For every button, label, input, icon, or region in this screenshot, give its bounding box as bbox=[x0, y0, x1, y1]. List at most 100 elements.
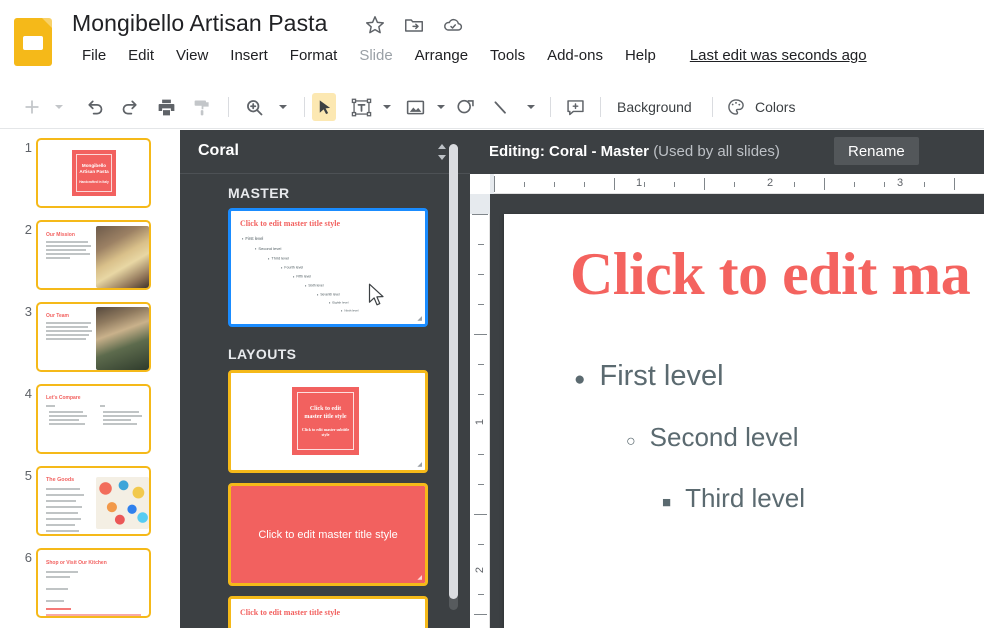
zoom-dropdown[interactable] bbox=[274, 93, 292, 121]
slide-thumbnail[interactable]: Our Team bbox=[36, 302, 151, 372]
title-bar: Mongibello Artisan Pasta FileEditViewIns… bbox=[0, 0, 984, 85]
slide-number: 5 bbox=[14, 468, 32, 483]
master-thumb-bullet-8: Eighth level bbox=[329, 300, 348, 305]
bullet-glyph-hollow-circle: ○ bbox=[626, 433, 636, 451]
thumb-title: Let's Compare bbox=[46, 395, 81, 401]
select-tool-button[interactable] bbox=[312, 93, 336, 121]
menu-format[interactable]: Format bbox=[280, 45, 348, 66]
menu-arrange[interactable]: Arrange bbox=[405, 45, 478, 66]
print-button[interactable] bbox=[152, 93, 180, 121]
line-dropdown[interactable] bbox=[522, 93, 540, 121]
bullet-label: Second level bbox=[650, 422, 799, 453]
bullet-glyph-filled-circle: ● bbox=[574, 369, 585, 391]
insert-image-dropdown[interactable] bbox=[432, 93, 450, 121]
star-icon[interactable] bbox=[364, 14, 386, 36]
shape-button[interactable] bbox=[452, 93, 478, 121]
thumb-title: Mongibello Artisan Pasta bbox=[77, 163, 111, 175]
zoom-button[interactable] bbox=[240, 93, 268, 121]
palette-icon[interactable] bbox=[724, 93, 748, 121]
menu-insert[interactable]: Insert bbox=[220, 45, 278, 66]
menu-file[interactable]: File bbox=[72, 45, 116, 66]
master-thumb-bullet-4: Fourth level bbox=[281, 265, 303, 270]
layout-subtitle: Click to edit master subtitle style bbox=[298, 427, 353, 437]
text-box-button[interactable] bbox=[348, 93, 374, 121]
layouts-scrollbar[interactable] bbox=[449, 144, 458, 610]
insert-comment-button[interactable] bbox=[562, 93, 588, 121]
ruler-h-mark-2: 2 bbox=[764, 177, 776, 189]
canvas-bullet-second-level[interactable]: ○ Second level bbox=[626, 422, 799, 453]
ruler-corner bbox=[470, 174, 490, 194]
line-button[interactable] bbox=[488, 93, 514, 121]
slide-filmstrip[interactable]: 1 Mongibello Artisan Pasta Handcrafted i… bbox=[0, 130, 180, 628]
rename-button[interactable]: Rename bbox=[834, 137, 919, 165]
colors-button[interactable]: Colors bbox=[748, 93, 802, 121]
last-edit-status[interactable]: Last edit was seconds ago bbox=[690, 47, 867, 64]
canvas-bullet-first-level[interactable]: ● First level bbox=[574, 360, 724, 393]
move-to-folder-icon[interactable] bbox=[403, 14, 425, 36]
master-thumb-bullet-7: Seventh level bbox=[317, 292, 340, 297]
layout-coral-box: Click to edit master title style Click t… bbox=[292, 387, 359, 455]
menu-slide[interactable]: Slide bbox=[349, 45, 402, 66]
master-thumb-bullet-1: First level bbox=[242, 236, 263, 241]
menu-help[interactable]: Help bbox=[615, 45, 666, 66]
layouts-scrollbar-thumb[interactable] bbox=[449, 144, 458, 599]
horizontal-ruler[interactable]: 1 2 3 bbox=[470, 174, 984, 194]
slide-thumbnail[interactable]: Mongibello Artisan Pasta Handcrafted in … bbox=[36, 138, 151, 208]
slide-thumbnail[interactable]: The Goods bbox=[36, 466, 151, 536]
text-box-dropdown[interactable] bbox=[378, 93, 396, 121]
filmstrip-slide-2[interactable]: 2 Our Mission bbox=[36, 220, 151, 290]
layout-thumbnail-title-body[interactable]: Click to edit master title style bbox=[228, 596, 428, 628]
master-thumbnail[interactable]: Click to edit master title style First l… bbox=[228, 208, 428, 327]
insert-image-button[interactable] bbox=[402, 93, 428, 121]
layout-thumbnail-section-header[interactable]: Click to edit master title style ◢ bbox=[228, 483, 428, 586]
menu-view[interactable]: View bbox=[166, 45, 218, 66]
slide-thumbnail[interactable]: Our Mission bbox=[36, 220, 151, 290]
updown-arrows-icon[interactable] bbox=[434, 142, 450, 162]
slide-number: 6 bbox=[14, 550, 32, 565]
bullet-label: First level bbox=[599, 360, 723, 393]
thumb-title: Shop or Visit Our Kitchen bbox=[46, 560, 107, 566]
menu-add-ons[interactable]: Add-ons bbox=[537, 45, 613, 66]
slide-number: 4 bbox=[14, 386, 32, 401]
layout-title: Click to edit master title style bbox=[298, 405, 353, 421]
slide-thumbnail[interactable]: Let's Compare bbox=[36, 384, 151, 454]
canvas-bullet-third-level[interactable]: ■ Third level bbox=[662, 483, 805, 514]
bullet-label: Third level bbox=[685, 483, 805, 514]
theme-master-panel: Coral MASTER Click to edit master title … bbox=[180, 130, 470, 628]
redo-button[interactable] bbox=[116, 93, 144, 121]
paint-format-button bbox=[188, 93, 216, 121]
menu-tools[interactable]: Tools bbox=[480, 45, 535, 66]
filmstrip-slide-1[interactable]: 1 Mongibello Artisan Pasta Handcrafted i… bbox=[36, 138, 151, 208]
layout-title: Click to edit master title style bbox=[258, 529, 397, 541]
slides-logo-icon bbox=[14, 18, 52, 66]
slide-canvas[interactable]: Click to edit ma ● First level ○ Second … bbox=[504, 214, 984, 628]
thumb-photo bbox=[96, 477, 149, 529]
background-button[interactable]: Background bbox=[610, 93, 699, 121]
menu-edit[interactable]: Edit bbox=[118, 45, 164, 66]
slide-thumbnail[interactable]: Shop or Visit Our Kitchen bbox=[36, 548, 151, 618]
canvas-master-title[interactable]: Click to edit ma bbox=[570, 240, 970, 309]
thumb-title: Our Mission bbox=[46, 232, 75, 238]
page-title[interactable]: Mongibello Artisan Pasta bbox=[72, 10, 328, 37]
cloud-check-icon[interactable] bbox=[442, 14, 464, 36]
master-thumb-title: Click to edit master title style bbox=[240, 219, 340, 228]
ruler-v-mark-1: 1 bbox=[474, 416, 486, 428]
slides-app-window: Mongibello Artisan Pasta FileEditViewIns… bbox=[0, 0, 984, 628]
filmstrip-slide-5[interactable]: 5 The Goods bbox=[36, 466, 151, 536]
filmstrip-slide-4[interactable]: 4 Let's Compare bbox=[36, 384, 151, 454]
filmstrip-slide-6[interactable]: 6 Shop or Visit Our Kitchen bbox=[36, 548, 151, 618]
thumb-title: Our Team bbox=[46, 313, 69, 319]
resize-corner-icon: ◢ bbox=[417, 315, 422, 322]
layout-thumbnail-title-slide[interactable]: Click to edit master title style Click t… bbox=[228, 370, 428, 473]
undo-button[interactable] bbox=[80, 93, 108, 121]
theme-selector[interactable]: Coral bbox=[180, 130, 470, 174]
slide-number: 2 bbox=[14, 222, 32, 237]
master-thumb-bullet-5: Fifth level bbox=[293, 274, 311, 279]
ruler-v-mark-2: 2 bbox=[474, 564, 486, 576]
resize-corner-icon: ◢ bbox=[417, 574, 422, 581]
ruler-h-mark-1: 1 bbox=[633, 177, 645, 189]
filmstrip-slide-3[interactable]: 3 Our Team bbox=[36, 302, 151, 372]
master-thumb-bullet-6: Sixth level bbox=[305, 283, 323, 288]
layouts-section-caption: LAYOUTS bbox=[228, 346, 296, 362]
vertical-ruler[interactable]: 1 2 bbox=[470, 194, 490, 628]
